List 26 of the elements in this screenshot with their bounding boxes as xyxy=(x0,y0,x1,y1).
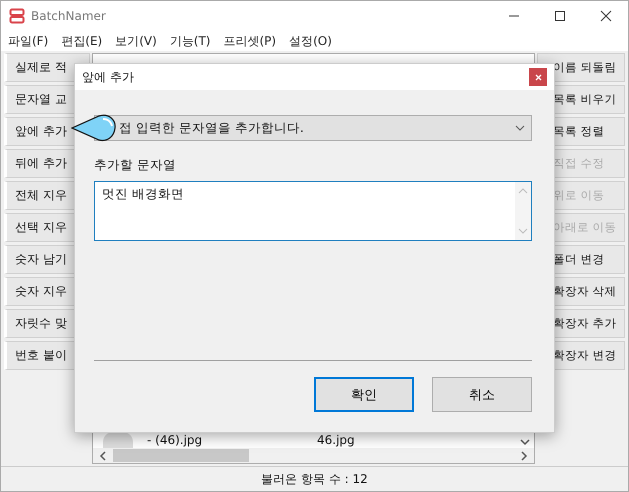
close-icon xyxy=(534,74,542,80)
menu-item[interactable]: 프리셋(P) xyxy=(224,32,276,50)
scroll-left-icon[interactable] xyxy=(99,450,107,460)
field-label: 추가할 문자열 xyxy=(94,157,177,174)
menu-item[interactable]: 기능(T) xyxy=(170,32,210,50)
teardrop-pointer-icon xyxy=(71,113,117,143)
menu-item[interactable]: 보기(V) xyxy=(115,32,157,50)
menu-item[interactable]: 설정(O) xyxy=(289,32,332,50)
thumbnail-icon xyxy=(103,432,133,448)
menu-item[interactable]: 파일(F) xyxy=(8,32,48,50)
app-logo-icon xyxy=(9,8,25,24)
horizontal-scrollbar[interactable] xyxy=(93,448,534,463)
close-icon[interactable] xyxy=(600,10,612,22)
table-cell-text: - (46).jpg xyxy=(147,433,204,447)
window-title: BatchNamer xyxy=(31,9,106,23)
dialog-button[interactable]: 취소 xyxy=(432,377,532,412)
scroll-right-icon[interactable] xyxy=(520,450,528,460)
table-cell: 46.jpg xyxy=(317,433,355,447)
menu-item[interactable]: 편집(E) xyxy=(61,32,102,50)
close-button[interactable] xyxy=(529,68,547,86)
status-text: 불러온 항목 수 : 12 xyxy=(261,470,368,488)
maximize-icon[interactable] xyxy=(554,10,566,22)
mode-dropdown[interactable]: 접 입력한 문자열을 추가합니다. xyxy=(94,115,532,141)
dialog-button[interactable]: 확인 xyxy=(314,377,414,412)
scroll-down-icon[interactable] xyxy=(520,438,530,446)
chevron-down-icon xyxy=(515,125,525,131)
